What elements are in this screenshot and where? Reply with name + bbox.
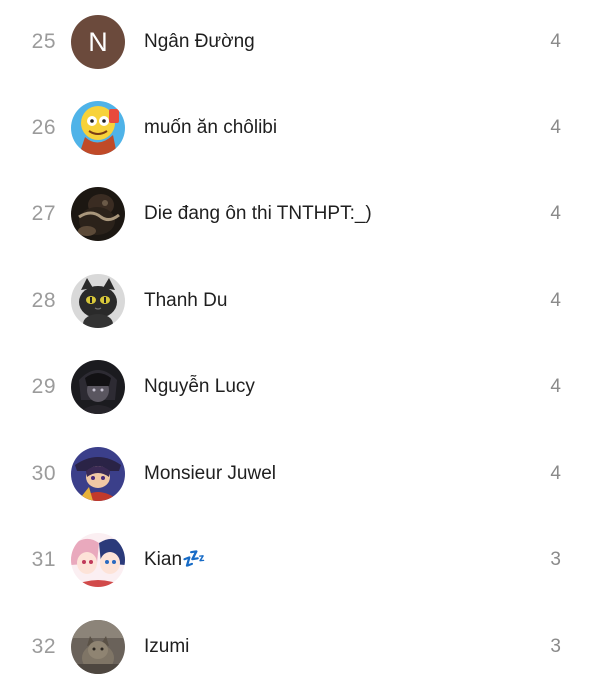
dark-anime-avatar-icon (71, 360, 125, 414)
avatar[interactable] (71, 447, 125, 501)
list-item[interactable]: 32 Izumi 3 (0, 604, 600, 690)
rank-number: 28 (31, 289, 56, 312)
score-value: 3 (550, 549, 561, 570)
user-name[interactable]: muốn ăn chôlibi (144, 85, 277, 171)
avatar[interactable] (71, 274, 125, 328)
cartoon-avatar-icon (71, 101, 125, 155)
avatar[interactable]: N (71, 15, 125, 69)
avatar[interactable] (71, 533, 125, 587)
score-value: 3 (550, 636, 561, 657)
rank-number: 32 (31, 635, 56, 658)
score-value: 4 (550, 376, 561, 397)
user-name[interactable]: Monsieur Juwel (144, 431, 276, 517)
list-item[interactable]: 28 Thanh Du 4 (0, 258, 600, 344)
rank-number: 27 (31, 202, 56, 225)
cat-photo-avatar-icon (71, 620, 125, 674)
list-item[interactable]: 30 Monsieur Juwel 4 (0, 431, 600, 517)
score-value: 4 (550, 290, 561, 311)
user-name[interactable]: Nguyễn Lucy (144, 344, 255, 430)
score-value: 4 (550, 117, 561, 138)
rank-number: 31 (31, 548, 56, 571)
user-name[interactable]: Ngân Đường (144, 0, 255, 85)
user-name[interactable]: Die đang ôn thi TNTHPT:_) (144, 171, 372, 257)
list-item[interactable]: 26 muốn ăn chôlibi 4 (0, 85, 600, 171)
black-cat-avatar-icon (71, 274, 125, 328)
avatar[interactable] (71, 187, 125, 241)
list-item[interactable]: 29 Nguyễn Lucy 4 (0, 344, 600, 430)
anime-duo-avatar-icon (71, 533, 125, 587)
user-name[interactable]: Thanh Du (144, 258, 227, 344)
score-value: 4 (550, 31, 561, 52)
avatar-letter: N (71, 15, 125, 69)
avatar[interactable] (71, 620, 125, 674)
photo-avatar-icon (71, 187, 125, 241)
list-item[interactable]: 27 Die đang ôn thi TNTHPT:_) 4 (0, 171, 600, 257)
rank-number: 26 (31, 116, 56, 139)
avatar[interactable] (71, 360, 125, 414)
avatar[interactable] (71, 101, 125, 155)
rank-number: 29 (31, 375, 56, 398)
anime-character-avatar-icon (71, 447, 125, 501)
leaderboard-list: 25 N Ngân Đường 4 26 muốn ăn chôlibi 4 2… (0, 0, 600, 692)
list-item[interactable]: 31 Kian💤 3 (0, 517, 600, 603)
rank-number: 30 (31, 462, 56, 485)
score-value: 4 (550, 203, 561, 224)
score-value: 4 (550, 463, 561, 484)
user-name[interactable]: Izumi (144, 604, 189, 690)
user-name[interactable]: Kian💤 (144, 517, 206, 603)
list-item[interactable]: 25 N Ngân Đường 4 (0, 0, 600, 85)
rank-number: 25 (31, 30, 56, 53)
